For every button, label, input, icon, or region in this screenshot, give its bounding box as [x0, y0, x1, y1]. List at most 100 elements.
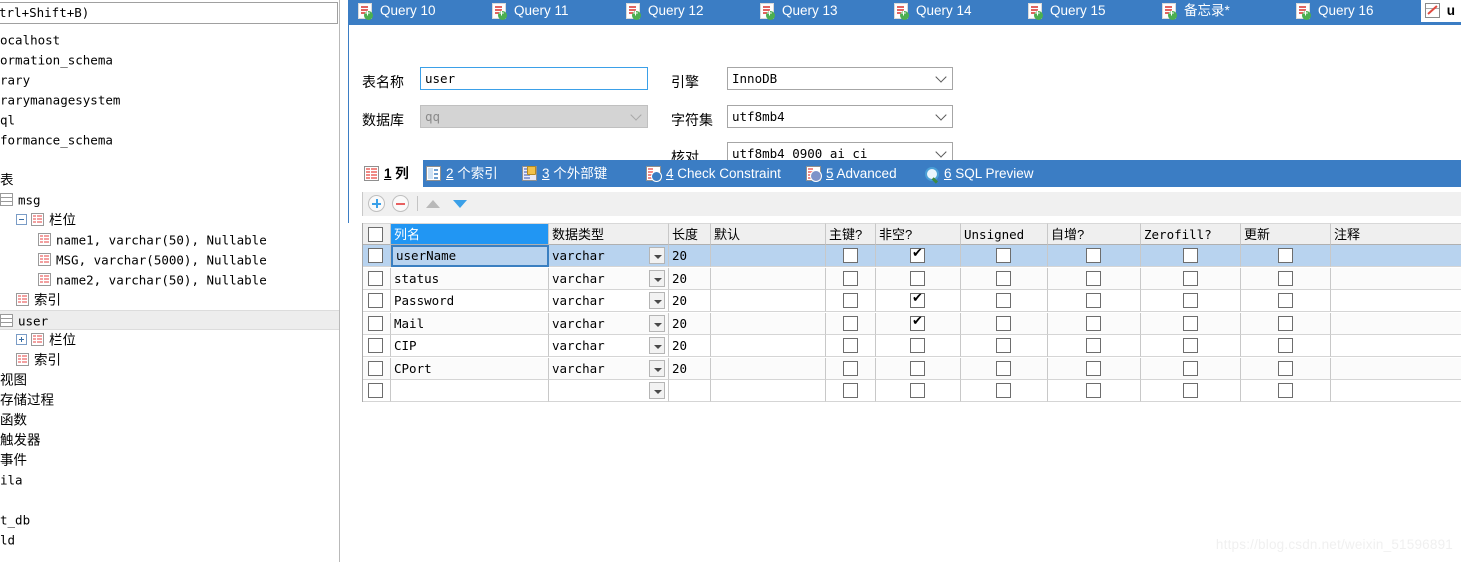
- tree-item-索引[interactable]: 索引: [0, 350, 339, 370]
- cell-comment[interactable]: [1331, 312, 1461, 335]
- database-tree[interactable]: ocalhost ormation_schema rary rarymanagesys…: [0, 30, 339, 550]
- tree-item-存储过程[interactable]: 存储过程: [0, 390, 339, 410]
- cell-length[interactable]: 20: [669, 245, 711, 267]
- autoinc-checkbox[interactable]: [1086, 383, 1101, 398]
- add-column-icon[interactable]: [368, 195, 385, 212]
- tree-item-ormation_schema[interactable]: ormation_schema: [0, 50, 339, 70]
- tree-item-视图[interactable]: 视图: [0, 370, 339, 390]
- row-select-checkbox[interactable]: [368, 338, 383, 353]
- zerofill-checkbox[interactable]: [1182, 315, 1198, 331]
- grid-header-unsigned[interactable]: Unsigned: [961, 223, 1048, 245]
- pk-checkbox[interactable]: [842, 293, 858, 308]
- tree-item-ql[interactable]: ql: [0, 110, 339, 130]
- cell-length[interactable]: 20: [669, 335, 711, 357]
- cell-comment[interactable]: [1331, 380, 1461, 402]
- autoinc-checkbox[interactable]: [1086, 270, 1101, 286]
- grid-header-pk[interactable]: 主键?: [826, 223, 876, 245]
- grid-header-autoinc[interactable]: 自增?: [1048, 223, 1141, 245]
- table-row[interactable]: status varchar 20: [363, 267, 1461, 290]
- cell-unsigned[interactable]: [961, 357, 1048, 380]
- cell-name[interactable]: CPort: [391, 357, 549, 380]
- cell-zerofill[interactable]: [1141, 267, 1241, 290]
- cell-type[interactable]: varchar: [549, 335, 669, 357]
- update-checkbox[interactable]: [1277, 360, 1293, 376]
- table-row[interactable]: CPort varchar 20: [363, 357, 1461, 380]
- cell-length[interactable]: 20: [669, 357, 711, 380]
- unsigned-checkbox[interactable]: [996, 360, 1011, 376]
- tree-item-索引[interactable]: 索引: [0, 290, 339, 310]
- row-select-checkbox[interactable]: [368, 383, 383, 398]
- query-tab-8[interactable]: + Query 16: [1294, 0, 1374, 22]
- table-row[interactable]: userName varchar 20: [363, 245, 1461, 267]
- update-checkbox[interactable]: [1277, 293, 1293, 308]
- cell-autoinc[interactable]: [1048, 335, 1141, 357]
- cell-notnull[interactable]: [876, 312, 961, 335]
- unsigned-checkbox[interactable]: [996, 248, 1011, 263]
- update-checkbox[interactable]: [1277, 338, 1293, 353]
- tree-item-ld[interactable]: ld: [0, 530, 339, 550]
- cell-autoinc[interactable]: [1048, 380, 1141, 402]
- data-type-dropdown-button[interactable]: [649, 247, 665, 264]
- tree-item-name2, varchar(50), Nullable[interactable]: name2, varchar(50), Nullable: [0, 270, 339, 290]
- cell-zerofill[interactable]: [1141, 357, 1241, 380]
- tree-item-rary[interactable]: rary: [0, 70, 339, 90]
- cell-pk[interactable]: [826, 245, 876, 267]
- designer-tab-5[interactable]: 5 Advanced: [803, 160, 921, 187]
- cell-check[interactable]: [363, 380, 391, 402]
- cell-check[interactable]: [363, 290, 391, 312]
- cell-name[interactable]: Password: [391, 290, 549, 312]
- autoinc-checkbox[interactable]: [1086, 360, 1101, 376]
- tree-item-ocalhost[interactable]: ocalhost: [0, 30, 339, 50]
- charset-select[interactable]: utf8mb4: [727, 105, 953, 128]
- delete-column-icon[interactable]: [392, 195, 409, 212]
- cell-check[interactable]: [363, 245, 391, 267]
- cell-comment[interactable]: [1331, 267, 1461, 290]
- cell-notnull[interactable]: [876, 290, 961, 312]
- row-select-checkbox[interactable]: [368, 293, 383, 308]
- expand-plus-icon[interactable]: [16, 334, 27, 345]
- grid-header-comment[interactable]: 注释: [1331, 223, 1461, 245]
- notnull-checkbox[interactable]: [910, 383, 925, 398]
- cell-notnull[interactable]: [876, 357, 961, 380]
- row-select-checkbox[interactable]: [368, 248, 383, 263]
- unsigned-checkbox[interactable]: [996, 293, 1011, 308]
- cell-name[interactable]: [391, 380, 549, 402]
- cell-default[interactable]: [711, 312, 826, 335]
- grid-header-type[interactable]: 数据类型: [549, 223, 669, 245]
- cell-autoinc[interactable]: [1048, 312, 1141, 335]
- cell-pk[interactable]: [826, 312, 876, 335]
- update-checkbox[interactable]: [1277, 383, 1293, 398]
- cell-pk[interactable]: [826, 267, 876, 290]
- tree-item-ila[interactable]: ila: [0, 470, 339, 490]
- designer-tab-3[interactable]: 3 个外部键: [519, 160, 643, 187]
- autoinc-checkbox[interactable]: [1086, 315, 1101, 331]
- cell-zerofill[interactable]: [1141, 312, 1241, 335]
- table-row[interactable]: CIP varchar 20: [363, 335, 1461, 357]
- cell-notnull[interactable]: [876, 267, 961, 290]
- cell-name[interactable]: userName: [391, 245, 549, 267]
- cell-check[interactable]: [363, 267, 391, 290]
- cell-unsigned[interactable]: [961, 335, 1048, 357]
- cell-notnull[interactable]: [876, 335, 961, 357]
- zerofill-checkbox[interactable]: [1182, 383, 1198, 398]
- grid-header-name[interactable]: 列名: [391, 223, 549, 245]
- tree-item-栏位[interactable]: 栏位: [0, 330, 339, 350]
- autoinc-checkbox[interactable]: [1086, 248, 1101, 263]
- cell-zerofill[interactable]: [1141, 380, 1241, 402]
- data-type-dropdown-button[interactable]: [649, 314, 665, 332]
- move-up-icon[interactable]: [426, 200, 440, 208]
- update-checkbox[interactable]: [1277, 315, 1293, 331]
- grid-header-length[interactable]: 长度: [669, 223, 711, 245]
- data-type-dropdown-button[interactable]: [649, 269, 665, 287]
- data-type-dropdown-button[interactable]: [649, 292, 665, 309]
- designer-tab-6[interactable]: 6 SQL Preview: [921, 160, 1056, 187]
- tree-item-栏位[interactable]: 栏位: [0, 210, 339, 230]
- zerofill-checkbox[interactable]: [1182, 338, 1198, 353]
- cell-zerofill[interactable]: [1141, 290, 1241, 312]
- tree-item-name1, varchar(50), Nullable[interactable]: name1, varchar(50), Nullable: [0, 230, 339, 250]
- tree-item-t_db[interactable]: t_db: [0, 510, 339, 530]
- cell-autoinc[interactable]: [1048, 245, 1141, 267]
- cell-autoinc[interactable]: [1048, 290, 1141, 312]
- notnull-checkbox[interactable]: [910, 291, 925, 308]
- cell-length[interactable]: 20: [669, 290, 711, 312]
